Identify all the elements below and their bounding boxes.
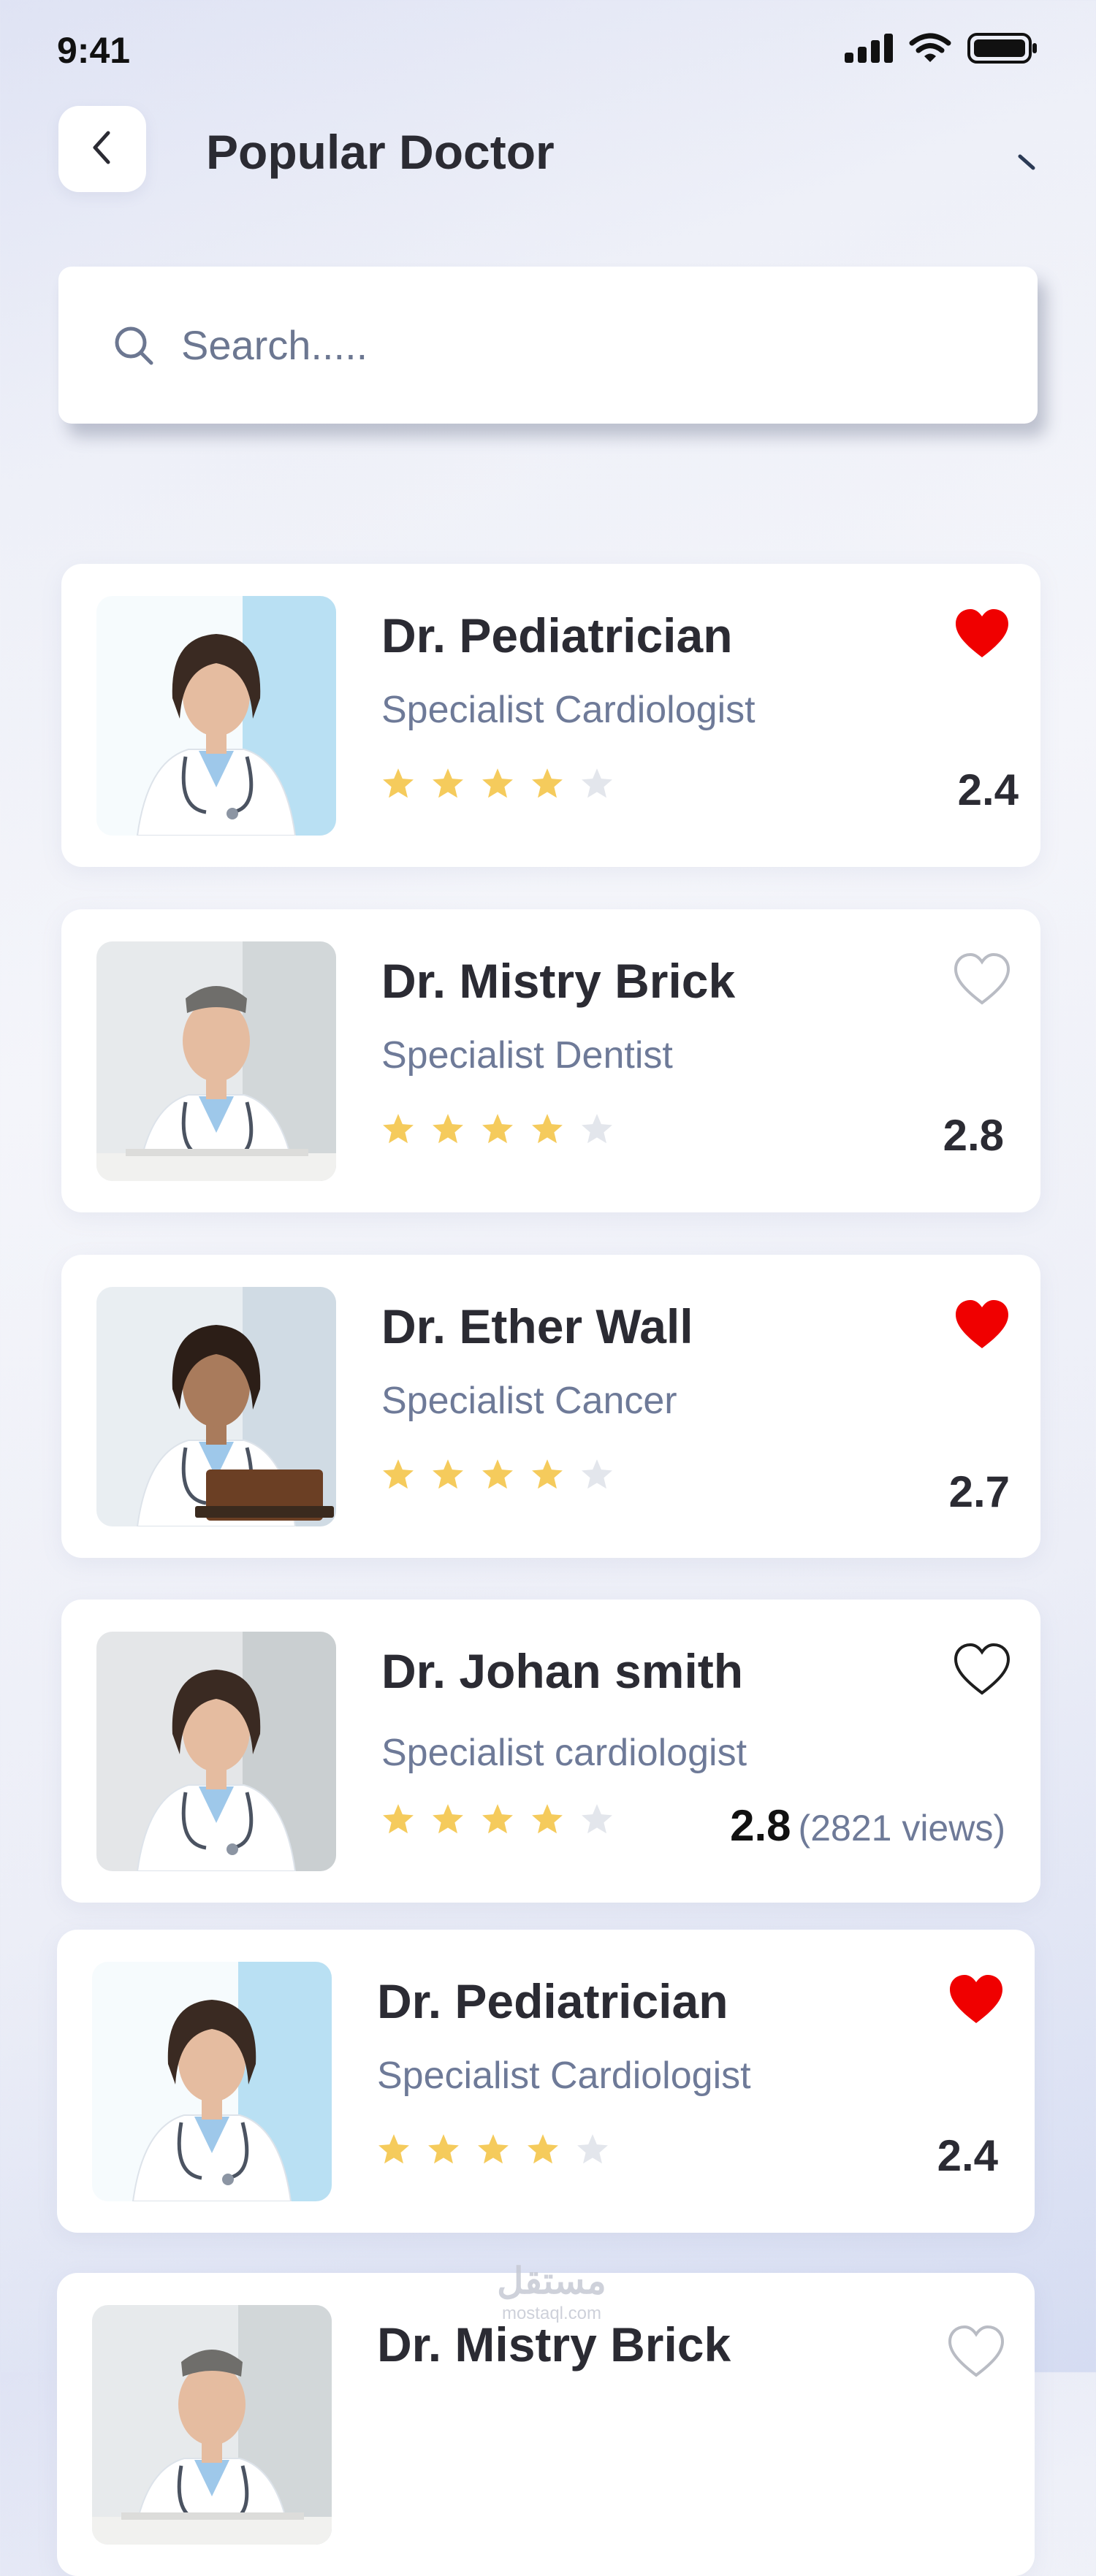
rating-value: 2.4 xyxy=(937,2131,998,2180)
battery-icon xyxy=(967,32,1038,68)
star-empty-icon xyxy=(580,767,614,803)
search-bar[interactable] xyxy=(58,267,1038,424)
status-icons xyxy=(845,32,1038,68)
rating-stars xyxy=(381,1458,614,1494)
page-title: Popular Doctor xyxy=(206,125,555,179)
star-filled-icon xyxy=(381,1112,415,1148)
doctor-photo xyxy=(96,941,336,1181)
star-filled-icon xyxy=(526,2133,560,2168)
doctor-card[interactable]: Dr. Pediatrician Specialist Cardiologist… xyxy=(57,1930,1035,2233)
favorite-heart-icon[interactable] xyxy=(947,1972,1005,2030)
star-filled-icon xyxy=(431,1112,465,1148)
star-filled-icon xyxy=(481,1112,514,1148)
doctor-name: Dr. Pediatrician xyxy=(377,1974,728,2028)
doctor-rating: 2.4 xyxy=(937,2130,998,2181)
doctor-name: Dr. Ether Wall xyxy=(381,1299,693,1353)
chevron-left-icon xyxy=(88,126,117,173)
rating-stars xyxy=(381,767,614,803)
rating-stars xyxy=(377,2133,609,2168)
star-empty-icon xyxy=(576,2133,609,2168)
doctor-specialty: Specialist Dentist xyxy=(381,1034,673,1077)
doctor-card[interactable]: Dr. Johan smith Specialist cardiologist … xyxy=(61,1600,1040,1903)
star-filled-icon xyxy=(431,767,465,803)
star-filled-icon xyxy=(530,767,564,803)
doctor-specialty: Specialist Cancer xyxy=(381,1380,677,1422)
star-filled-icon xyxy=(381,1803,415,1838)
doctor-photo xyxy=(96,1632,336,1871)
star-filled-icon xyxy=(481,1458,514,1494)
search-icon xyxy=(113,324,155,367)
star-filled-icon xyxy=(481,1803,514,1838)
star-filled-icon xyxy=(377,2133,411,2168)
status-time: 9:41 xyxy=(57,30,131,71)
star-filled-icon xyxy=(530,1112,564,1148)
doctor-rating: 2.7 xyxy=(949,1467,1010,1517)
wifi-icon xyxy=(909,33,951,67)
star-filled-icon xyxy=(381,767,415,803)
watermark-latin: mostaql.com xyxy=(501,2304,602,2323)
star-empty-icon xyxy=(580,1803,614,1838)
favorite-heart-icon[interactable] xyxy=(953,1642,1011,1700)
watermark-arabic: مستقل xyxy=(497,2260,606,2301)
doctor-card[interactable]: Dr. Mistry Brick Specialist Dentist 2.8 xyxy=(61,909,1040,1212)
search-input[interactable] xyxy=(180,321,913,370)
favorite-heart-icon[interactable] xyxy=(953,1297,1011,1355)
favorite-heart-icon[interactable] xyxy=(953,606,1011,664)
signal-icon xyxy=(845,34,893,66)
doctor-photo xyxy=(96,1287,336,1526)
rating-value: 2.8 xyxy=(730,1801,791,1850)
favorite-heart-icon[interactable] xyxy=(947,2324,1005,2382)
doctor-name: Dr. Mistry Brick xyxy=(381,954,736,1008)
doctor-name: Dr. Mistry Brick xyxy=(377,2317,731,2371)
rating-value: 2.4 xyxy=(957,765,1019,814)
star-filled-icon xyxy=(530,1458,564,1494)
watermark: مستقل mostaql.com xyxy=(482,2263,621,2324)
rating-value: 2.7 xyxy=(948,1467,1010,1516)
star-filled-icon xyxy=(381,1458,415,1494)
rating-value: 2.8 xyxy=(943,1111,1004,1160)
doctor-rating: 2.8 xyxy=(943,1110,1004,1161)
rating-stars xyxy=(381,1112,614,1148)
star-filled-icon xyxy=(481,767,514,803)
star-filled-icon xyxy=(530,1803,564,1838)
doctor-rating: 2.4 xyxy=(958,765,1019,815)
corner-mark-icon xyxy=(1017,152,1038,176)
doctor-name: Dr. Johan smith xyxy=(381,1644,744,1698)
star-filled-icon xyxy=(427,2133,460,2168)
star-filled-icon xyxy=(431,1458,465,1494)
star-filled-icon xyxy=(431,1803,465,1838)
view-count: (2821 views) xyxy=(798,1808,1005,1849)
doctor-photo xyxy=(96,596,336,836)
star-filled-icon xyxy=(476,2133,510,2168)
doctor-photo xyxy=(92,2305,332,2545)
doctor-photo xyxy=(92,1962,332,2201)
doctor-card[interactable]: Dr. Ether Wall Specialist Cancer 2.7 xyxy=(61,1255,1040,1558)
rating-stars xyxy=(381,1803,614,1838)
star-empty-icon xyxy=(580,1458,614,1494)
doctor-specialty: Specialist Cardiologist xyxy=(381,689,756,731)
doctor-specialty: Specialist Cardiologist xyxy=(377,2055,751,2097)
star-empty-icon xyxy=(580,1112,614,1148)
favorite-heart-icon[interactable] xyxy=(953,952,1011,1009)
doctor-name: Dr. Pediatrician xyxy=(381,608,733,662)
doctor-card[interactable]: Dr. Pediatrician Specialist Cardiologist… xyxy=(61,564,1040,867)
doctor-rating: 2.8 (2821 views) xyxy=(730,1800,1005,1851)
doctor-specialty: Specialist cardiologist xyxy=(381,1732,747,1774)
back-button[interactable] xyxy=(58,106,146,192)
status-bar: 9:41 xyxy=(0,0,1096,95)
